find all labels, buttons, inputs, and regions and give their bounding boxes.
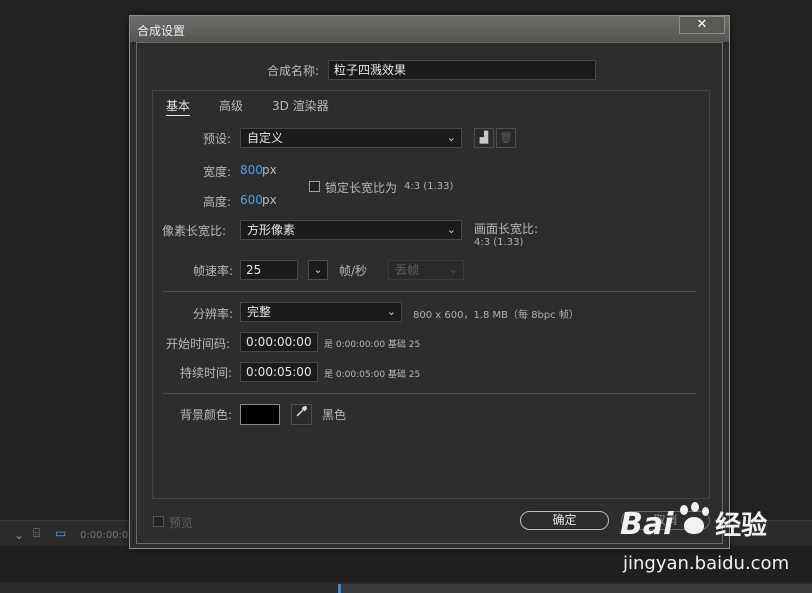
resolution-select[interactable]: 完整 ⌄ (240, 302, 402, 322)
composition-settings-dialog: 合成设置 ✕ 合成名称: 粒子四溅效果 基本 高级 3D 渲染器 预设: 自定义… (129, 15, 730, 549)
watermark-brand: Bai (620, 507, 674, 542)
trash-icon: 🗑 (499, 131, 513, 144)
frame-rate-unit: 帧/秒 (339, 264, 368, 278)
height-value[interactable]: 600 (240, 193, 263, 207)
duration-input[interactable]: 0:00:05:00 (240, 362, 318, 382)
height-label: 高度: (203, 195, 232, 209)
duration-label: 持续时间: (180, 366, 233, 380)
preview-label: 预览 (169, 516, 194, 530)
chevron-down-icon[interactable]: ⌄ (14, 528, 24, 542)
save-preset-icon: ▟ (479, 131, 489, 144)
tab-3d-renderer[interactable]: 3D 渲染器 (272, 97, 329, 114)
resolution-value: 完整 (247, 305, 272, 319)
chevron-down-icon: ⌄ (386, 305, 396, 318)
comp-name-value: 粒子四溅效果 (334, 63, 407, 77)
lock-aspect-checkbox[interactable] (309, 181, 320, 192)
lock-aspect-label: 锁定长宽比为 (325, 181, 398, 195)
divider (163, 393, 696, 394)
start-timecode-note: 是 0:00:00:00 基础 25 (324, 340, 421, 350)
paw-icon (677, 502, 711, 537)
chevron-down-icon: ⌄ (313, 263, 323, 276)
height-unit: px (262, 193, 277, 207)
baidu-watermark-logo: Bai 经验 (620, 502, 768, 542)
preview-checkbox[interactable] (153, 516, 164, 527)
width-value[interactable]: 800 (240, 163, 263, 177)
timeline-work-area-bar[interactable] (338, 584, 812, 593)
resolution-info: 800 x 600，1.8 MB（每 8bpc 帧） (413, 310, 579, 321)
dialog-title: 合成设置 (137, 24, 186, 38)
width-label: 宽度: (203, 165, 232, 179)
chevron-down-icon: ⌄ (446, 131, 456, 144)
comp-name-input[interactable]: 粒子四溅效果 (328, 60, 596, 80)
settings-panel: 基本 高级 3D 渲染器 预设: 自定义 ⌄ ▟ 🗑 宽度: 800 px 高度… (152, 90, 710, 499)
duration-note: 是 0:00:05:00 基础 25 (324, 370, 421, 380)
preset-value: 自定义 (247, 131, 284, 145)
divider (163, 291, 696, 292)
pixel-aspect-select[interactable]: 方形像素 ⌄ (240, 220, 462, 240)
delete-preset-button[interactable]: 🗑 (496, 128, 516, 148)
dialog-titlebar[interactable]: 合成设置 ✕ (130, 16, 729, 42)
ok-button[interactable]: 确定 (520, 511, 609, 530)
frame-aspect-value: 4:3 (1.33) (474, 237, 524, 248)
watermark-url: jingyan.baidu.com (623, 553, 790, 574)
start-timecode-value: 0:00:00:00 (246, 335, 312, 349)
pixel-aspect-label: 像素长宽比: (162, 224, 227, 238)
frame-rate-dropdown-button[interactable]: ⌄ (308, 260, 328, 280)
pixel-aspect-value: 方形像素 (247, 223, 296, 237)
width-unit: px (262, 163, 277, 177)
bg-color-name: 黑色 (322, 408, 347, 422)
frame-rate-value: 25 (246, 263, 262, 277)
start-timecode-label: 开始时间码: (166, 337, 231, 351)
ok-label: 确定 (552, 513, 577, 527)
start-timecode-input[interactable]: 0:00:00:00 (240, 332, 318, 352)
comp-name-label: 合成名称: (267, 64, 320, 78)
tab-advanced[interactable]: 高级 (219, 97, 243, 114)
comp-mini-icon[interactable]: ▭ (55, 526, 66, 540)
eyedropper-icon (296, 406, 307, 417)
close-icon: ✕ (696, 17, 708, 32)
preset-label: 预设: (203, 132, 232, 146)
drop-frame-select: 丢帧 ⌄ (388, 260, 464, 280)
save-preset-button[interactable]: ▟ (474, 128, 494, 148)
bg-color-label: 背景颜色: (180, 408, 233, 422)
tab-basic[interactable]: 基本 (166, 97, 191, 116)
chevron-down-icon: ⌄ (446, 223, 456, 236)
frame-rate-label: 帧速率: (193, 264, 234, 278)
frame-rate-input[interactable]: 25 (240, 260, 298, 280)
preset-select[interactable]: 自定义 ⌄ (240, 128, 462, 148)
eyedropper-button[interactable] (291, 404, 312, 425)
close-button[interactable]: ✕ (679, 16, 725, 34)
bg-color-swatch[interactable] (240, 404, 280, 425)
drop-frame-value: 丢帧 (395, 263, 420, 277)
duration-value: 0:00:05:00 (246, 365, 312, 379)
resolution-label: 分辨率: (193, 307, 234, 321)
composition-flowchart-icon[interactable]: ⌸ (33, 526, 40, 541)
dialog-client-area: 合成名称: 粒子四溅效果 基本 高级 3D 渲染器 预设: 自定义 ⌄ ▟ 🗑 … (136, 42, 723, 544)
chevron-down-icon: ⌄ (448, 263, 458, 276)
lock-aspect-ratio: 4:3 (1.33) (404, 181, 454, 192)
background-timecode: 0:00:00:00 (80, 530, 135, 541)
watermark-brand2: 经验 (715, 511, 768, 541)
frame-aspect-label: 画面长宽比: (474, 222, 539, 236)
